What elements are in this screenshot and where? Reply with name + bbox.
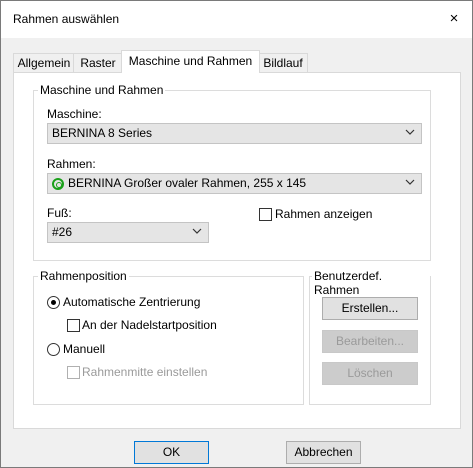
tab-grid[interactable]: Raster	[73, 53, 123, 72]
set-center-label: Rahmenmitte einstellen	[82, 365, 208, 379]
machine-hoop-group: Maschine und Rahmen Maschine: BERNINA 8 …	[33, 83, 431, 261]
tab-general[interactable]: Allgemein	[13, 53, 75, 72]
show-hoop-label[interactable]: Rahmen anzeigen	[275, 207, 372, 221]
foot-select[interactable]: #26	[47, 222, 209, 243]
select-hoop-dialog: Rahmen auswählen × Allgemein Raster Masc…	[0, 0, 473, 468]
ok-button[interactable]: OK	[134, 441, 209, 464]
machine-hoop-legend: Maschine und Rahmen	[38, 83, 166, 97]
needle-start-checkbox[interactable]	[67, 319, 80, 332]
manual-label[interactable]: Manuell	[63, 342, 105, 356]
auto-center-label[interactable]: Automatische Zentrierung	[63, 295, 200, 309]
chevron-down-icon	[405, 179, 415, 185]
dialog-title: Rahmen auswählen	[13, 12, 120, 26]
foot-label: Fuß:	[47, 206, 72, 220]
tab-machine-and-hoop[interactable]: Maschine und Rahmen	[121, 50, 260, 73]
machine-label: Maschine:	[47, 107, 102, 121]
foot-value: #26	[52, 225, 73, 239]
machine-value: BERNINA 8 Series	[52, 126, 153, 140]
close-icon[interactable]: ×	[442, 7, 466, 31]
machine-select[interactable]: BERNINA 8 Series	[47, 123, 422, 144]
chevron-down-icon	[405, 129, 415, 135]
title-bar: Rahmen auswählen ×	[1, 1, 472, 38]
show-hoop-checkbox[interactable]	[259, 208, 272, 221]
hoop-value: BERNINA Großer ovaler Rahmen, 255 x 145	[68, 176, 307, 190]
hoop-label: Rahmen:	[47, 157, 96, 171]
manual-radio[interactable]	[47, 343, 60, 356]
create-button[interactable]: Erstellen...	[322, 297, 418, 320]
cancel-button[interactable]: Abbrechen	[286, 441, 361, 464]
chevron-down-icon	[192, 228, 202, 234]
edit-button[interactable]: Bearbeiten...	[322, 330, 418, 353]
set-center-checkbox	[67, 366, 80, 379]
auto-center-radio[interactable]	[47, 296, 60, 309]
tab-panel: Maschine und Rahmen Maschine: BERNINA 8 …	[13, 72, 461, 429]
needle-start-label[interactable]: An der Nadelstartposition	[82, 318, 217, 332]
custom-hoop-legend: Benutzerdef. Rahmen	[312, 269, 430, 297]
hoop-position-legend: Rahmenposition	[38, 269, 129, 283]
custom-hoop-group: Benutzerdef. Rahmen Erstellen... Bearbei…	[309, 269, 431, 405]
tab-scrolling[interactable]: Bildlauf	[258, 53, 308, 72]
hoop-position-group: Rahmenposition Automatische Zentrierung …	[33, 269, 304, 405]
hoop-icon	[52, 178, 64, 190]
delete-button[interactable]: Löschen	[322, 362, 418, 385]
hoop-select[interactable]: BERNINA Großer ovaler Rahmen, 255 x 145	[47, 173, 422, 194]
